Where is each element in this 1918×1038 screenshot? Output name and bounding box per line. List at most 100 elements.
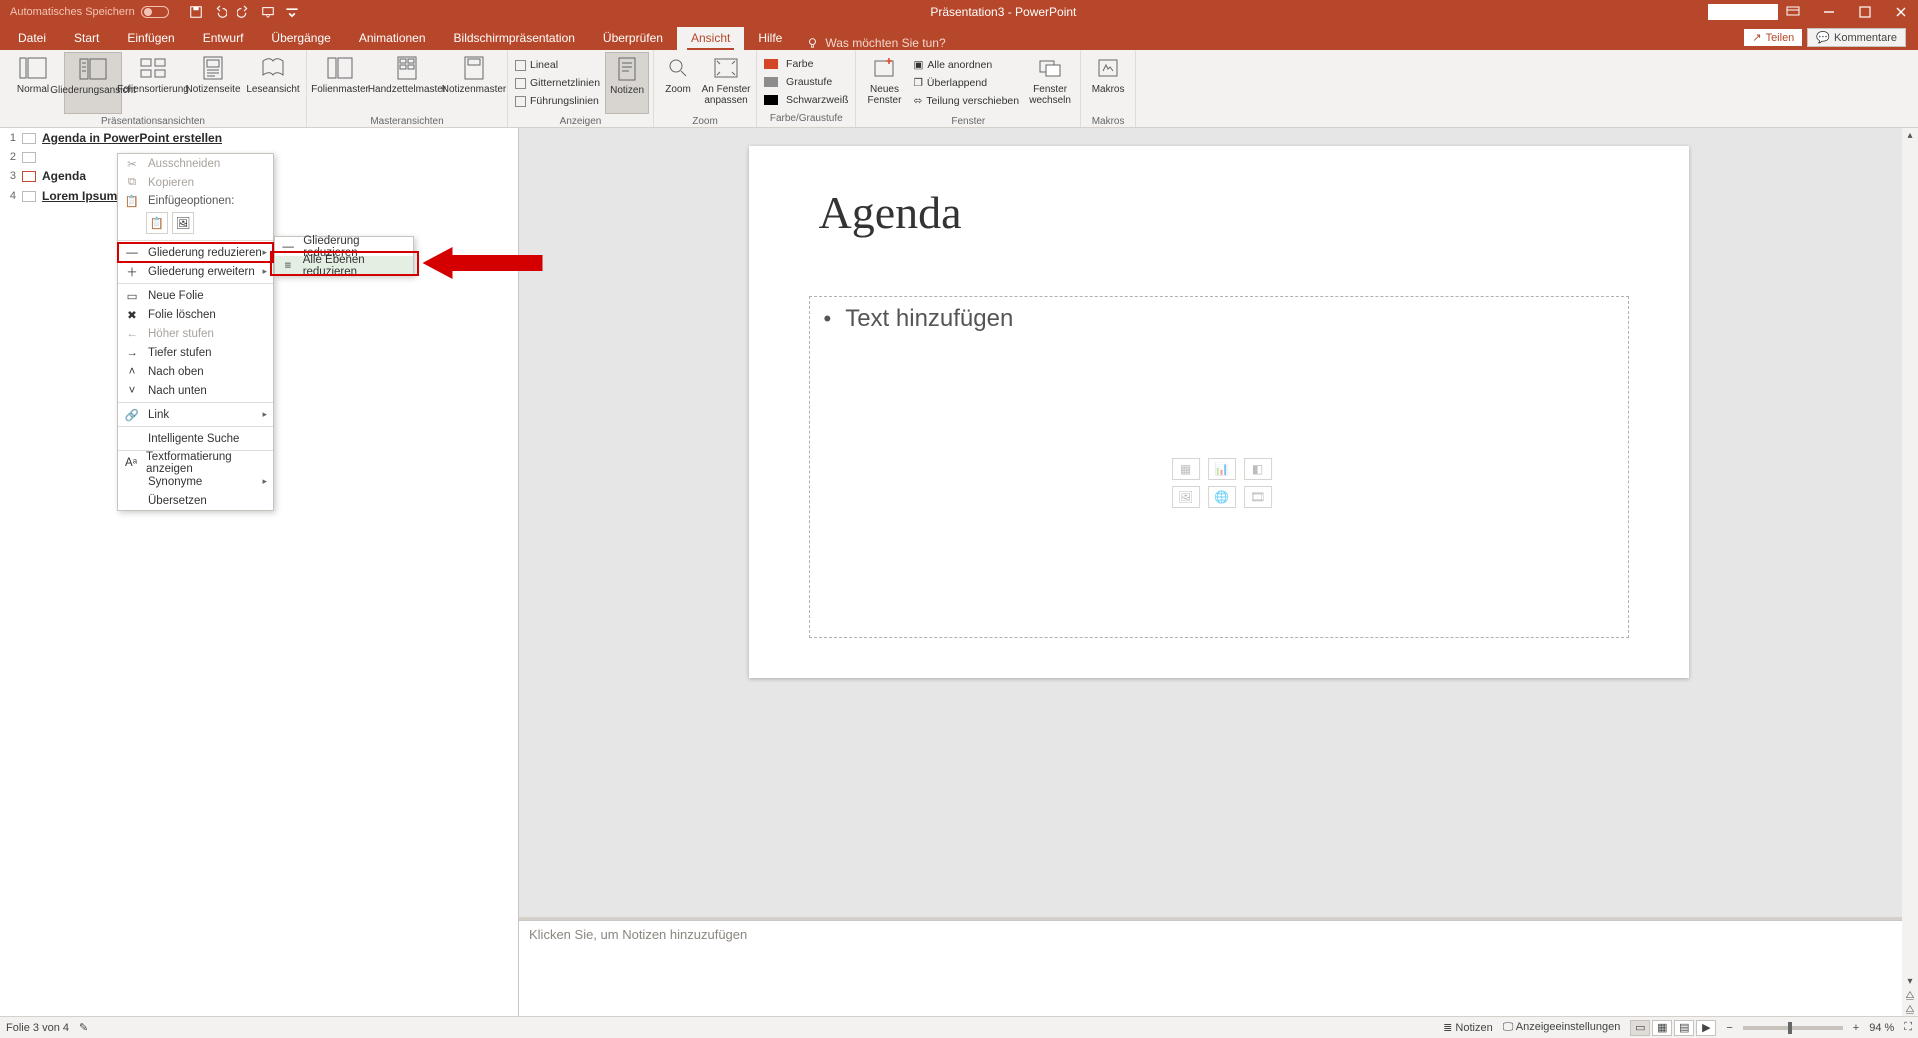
notes-placeholder[interactable]: Klicken Sie, um Notizen hinzuzufügen <box>529 927 747 942</box>
outline-title[interactable]: Agenda <box>42 169 86 183</box>
insert-picture-icon[interactable]: 🖼 <box>1172 486 1200 508</box>
outline-item-1[interactable]: 1 Agenda in PowerPoint erstellen <box>0 128 518 148</box>
undo-icon[interactable] <box>213 5 227 19</box>
insert-table-icon[interactable]: ▦ <box>1172 458 1200 480</box>
tab-bildschirm[interactable]: Bildschirmpräsentation <box>440 27 589 50</box>
close-icon[interactable] <box>1894 5 1908 19</box>
ctx-copy[interactable]: ⧉Kopieren <box>118 173 273 192</box>
ribbon-display-icon[interactable] <box>1786 5 1800 19</box>
scroll-up-icon[interactable]: ▴ <box>1903 128 1917 142</box>
submenu-collapse-all[interactable]: ≡Alle Ebenen reduzieren <box>275 256 413 275</box>
slide-sorter-button[interactable]: Foliensortierung <box>124 52 182 114</box>
zoom-button[interactable]: Zoom <box>658 52 698 114</box>
tab-uebergaenge[interactable]: Übergänge <box>257 27 344 50</box>
insert-video-icon[interactable]: 🎞 <box>1244 486 1272 508</box>
vertical-scrollbar[interactable]: ▴ ▾ ⧋ ⧋ <box>1902 128 1918 1016</box>
insert-smartart-icon[interactable]: ◧ <box>1244 458 1272 480</box>
ctx-collapse-outline[interactable]: —Gliederung reduzieren▸ <box>118 243 273 262</box>
ctx-show-formatting[interactable]: AᵃTextformatierung anzeigen <box>118 453 273 472</box>
ctx-synonyms[interactable]: Synonyme▸ <box>118 472 273 491</box>
color-mode-button[interactable]: Farbe <box>761 55 851 73</box>
outline-view-button[interactable]: Gliederungsansicht <box>64 52 122 114</box>
tab-animationen[interactable]: Animationen <box>345 27 440 50</box>
sorter-view-status-icon[interactable]: ▦ <box>1652 1020 1672 1036</box>
zoom-out-button[interactable]: − <box>1726 1022 1732 1034</box>
start-from-beginning-icon[interactable] <box>261 5 275 19</box>
notes-pane[interactable]: Klicken Sie, um Notizen hinzuzufügen <box>519 920 1918 1016</box>
insert-online-picture-icon[interactable]: 🌐 <box>1208 486 1236 508</box>
arrange-all-button[interactable]: ▣Alle anordnen <box>910 56 1022 74</box>
ctx-delete-slide[interactable]: ✖Folie löschen <box>118 305 273 324</box>
paste-option-dest-theme[interactable]: 📋 <box>146 212 168 234</box>
spellcheck-icon[interactable]: ✎ <box>79 1021 88 1034</box>
notes-page-button[interactable]: Notizenseite <box>184 52 242 114</box>
fit-to-window-status-icon[interactable]: ⛶ <box>1904 1021 1912 1034</box>
paste-option-picture[interactable]: 🖼 <box>172 212 194 234</box>
notes-master-button[interactable]: Notizenmaster <box>445 52 503 114</box>
outline-title[interactable]: Agenda in PowerPoint erstellen <box>42 131 222 145</box>
switch-windows-button[interactable]: Fenster wechseln <box>1024 52 1076 114</box>
cascade-button[interactable]: ❐Überlappend <box>910 74 1022 92</box>
ctx-move-down[interactable]: ˅Nach unten <box>118 381 273 400</box>
normal-view-status-icon[interactable]: ▭ <box>1630 1020 1650 1036</box>
slide-scroll[interactable]: Agenda Text hinzufügen ▦ 📊 ◧ 🖼 🌐 🎞 <box>519 128 1918 917</box>
tell-me-search[interactable]: Was möchten Sie tun? <box>806 36 945 50</box>
tab-datei[interactable]: Datei <box>4 27 60 50</box>
notes-status-button[interactable]: ≣ Notizen <box>1443 1021 1493 1034</box>
move-split-button[interactable]: ⬄Teilung verschieben <box>910 92 1022 110</box>
autosave-toggle[interactable]: Automatisches Speichern <box>10 6 169 18</box>
reading-view-button[interactable]: Leseansicht <box>244 52 302 114</box>
notes-toggle-button[interactable]: Notizen <box>605 52 649 114</box>
ctx-cut[interactable]: ✂Ausschneiden <box>118 154 273 173</box>
minimize-icon[interactable] <box>1822 5 1836 19</box>
fit-to-window-button[interactable]: An Fenster anpassen <box>700 52 752 114</box>
macros-button[interactable]: Makros <box>1085 52 1131 114</box>
handout-master-button[interactable]: Handzettelmaster <box>371 52 443 114</box>
ctx-link[interactable]: 🔗Link▸ <box>118 405 273 424</box>
prev-slide-icon[interactable]: ⧋ <box>1903 988 1917 1002</box>
slide-counter[interactable]: Folie 3 von 4 <box>6 1022 69 1034</box>
comments-button[interactable]: 💬 Kommentare <box>1807 28 1906 47</box>
save-icon[interactable] <box>189 5 203 19</box>
ctx-smart-lookup[interactable]: Intelligente Suche <box>118 429 273 448</box>
redo-icon[interactable] <box>237 5 251 19</box>
tab-hilfe[interactable]: Hilfe <box>744 27 796 50</box>
slide[interactable]: Agenda Text hinzufügen ▦ 📊 ◧ 🖼 🌐 🎞 <box>749 146 1689 678</box>
tab-ueberpruefen[interactable]: Überprüfen <box>589 27 677 50</box>
grayscale-button[interactable]: Graustufe <box>761 73 851 91</box>
normal-view-button[interactable]: Normal <box>4 52 62 114</box>
tab-start[interactable]: Start <box>60 27 113 50</box>
slide-master-button[interactable]: Folienmaster <box>311 52 369 114</box>
autosave-pill[interactable] <box>141 6 169 18</box>
share-button[interactable]: ↗ Teilen <box>1743 28 1803 47</box>
tab-ansicht[interactable]: Ansicht <box>677 27 744 50</box>
scroll-down-icon[interactable]: ▾ <box>1903 974 1917 988</box>
blackwhite-button[interactable]: Schwarzweiß <box>761 91 851 109</box>
content-placeholder[interactable]: Text hinzufügen ▦ 📊 ◧ 🖼 🌐 🎞 <box>809 296 1629 638</box>
qat-more-icon[interactable] <box>285 5 299 19</box>
gridlines-checkbox[interactable]: Gitternetzlinien <box>512 74 603 92</box>
maximize-icon[interactable] <box>1858 5 1872 19</box>
display-settings-button[interactable]: 🖵 Anzeigeeinstellungen <box>1503 1021 1621 1034</box>
ruler-checkbox[interactable]: Lineal <box>512 56 603 74</box>
ctx-move-up[interactable]: ˄Nach oben <box>118 362 273 381</box>
ctx-demote[interactable]: →Tiefer stufen <box>118 343 273 362</box>
insert-chart-icon[interactable]: 📊 <box>1208 458 1236 480</box>
ctx-translate[interactable]: Übersetzen <box>118 491 273 510</box>
tab-entwurf[interactable]: Entwurf <box>189 27 258 50</box>
zoom-level[interactable]: 94 % <box>1869 1022 1894 1034</box>
slide-title[interactable]: Agenda <box>819 186 962 239</box>
ctx-new-slide[interactable]: ▭Neue Folie <box>118 286 273 305</box>
new-window-button[interactable]: Neues Fenster <box>860 52 908 114</box>
slideshow-view-status-icon[interactable]: ▶ <box>1696 1020 1716 1036</box>
reading-view-status-icon[interactable]: ▤ <box>1674 1020 1694 1036</box>
zoom-slider[interactable] <box>1743 1026 1843 1030</box>
zoom-in-button[interactable]: + <box>1853 1022 1859 1034</box>
content-placeholder-text[interactable]: Text hinzufügen <box>824 305 1014 333</box>
titlebar-search-box[interactable] <box>1708 4 1778 20</box>
ctx-expand-outline[interactable]: ＋Gliederung erweitern▸ <box>118 262 273 281</box>
tab-einfuegen[interactable]: Einfügen <box>113 27 188 50</box>
ctx-promote[interactable]: ←Höher stufen <box>118 324 273 343</box>
outline-title[interactable]: Lorem Ipsum <box>42 189 117 203</box>
guides-checkbox[interactable]: Führungslinien <box>512 92 603 110</box>
